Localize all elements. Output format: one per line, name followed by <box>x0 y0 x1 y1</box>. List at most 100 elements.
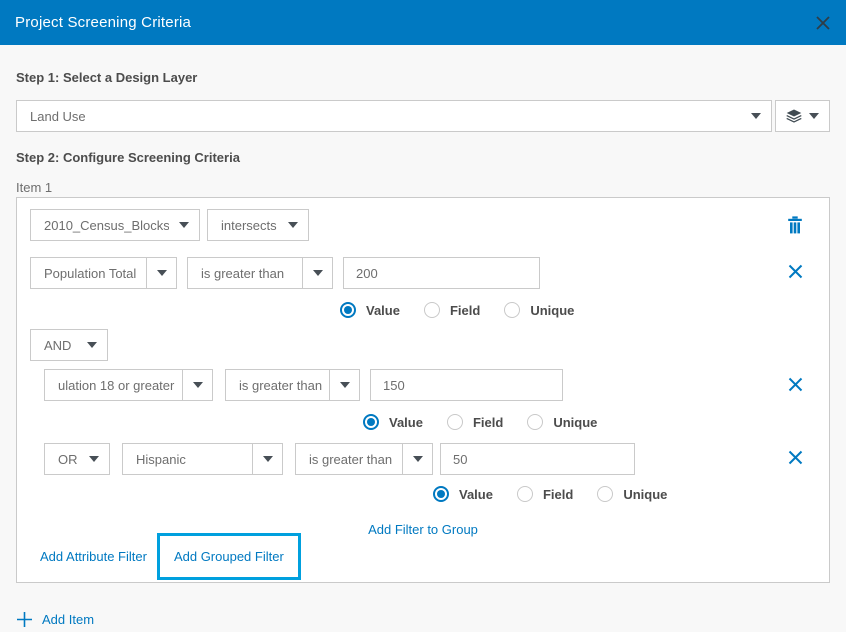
dialog-title: Project Screening Criteria <box>15 14 191 31</box>
operator-dropdown[interactable]: is greater than <box>187 257 333 289</box>
chevron-down-icon <box>809 113 819 119</box>
radio-selected-icon <box>363 414 379 430</box>
chevron-down-icon <box>302 258 332 288</box>
close-button[interactable] <box>815 15 831 31</box>
filter-value-input[interactable] <box>370 369 563 401</box>
radio-field[interactable]: Field <box>447 414 503 430</box>
radio-selected-icon <box>340 302 356 318</box>
field-dropdown[interactable]: Population Total <box>30 257 177 289</box>
layer-dropdown[interactable]: 2010_Census_Blocks <box>30 209 200 241</box>
remove-filter-1-button[interactable] <box>788 264 803 279</box>
field-dropdown-value: Hispanic <box>123 452 252 467</box>
radio-unselected-icon <box>424 302 440 318</box>
delete-item-button[interactable] <box>787 216 803 234</box>
project-screening-criteria-dialog: Project Screening Criteria Step 1: Selec… <box>0 0 846 632</box>
radio-unique-label: Unique <box>623 487 667 502</box>
field-dropdown-value: Population Total <box>31 266 146 281</box>
spatial-filter-row: 2010_Census_Blocks intersects <box>30 209 816 241</box>
radio-unselected-icon <box>597 486 613 502</box>
field-dropdown[interactable]: ulation 18 or greater <box>44 369 213 401</box>
radio-value-label: Value <box>366 303 400 318</box>
dialog-header: Project Screening Criteria <box>0 0 846 45</box>
group-connector-row: AND <box>30 329 816 361</box>
close-icon <box>815 15 831 31</box>
operator-dropdown[interactable]: is greater than <box>225 369 360 401</box>
chevron-down-icon <box>278 210 308 240</box>
chevron-down-icon <box>182 370 212 400</box>
design-layer-select[interactable]: Land Use <box>16 100 772 132</box>
add-item-label: Add Item <box>42 612 94 627</box>
radio-unique[interactable]: Unique <box>504 302 574 318</box>
or-connector-dropdown[interactable]: OR <box>44 443 110 475</box>
radio-unselected-icon <box>504 302 520 318</box>
layer-options-button[interactable] <box>775 100 830 132</box>
radio-field-label: Field <box>473 415 503 430</box>
remove-x-icon <box>788 377 803 392</box>
radio-unselected-icon <box>517 486 533 502</box>
remove-x-icon <box>788 264 803 279</box>
filter-value-input[interactable] <box>343 257 540 289</box>
design-layer-value: Land Use <box>17 109 741 124</box>
radio-selected-icon <box>433 486 449 502</box>
field-dropdown[interactable]: Hispanic <box>122 443 283 475</box>
attribute-filter-row-2: ulation 18 or greater is greater than <box>44 369 816 401</box>
radio-field-label: Field <box>543 487 573 502</box>
mode-radio-group-3: Value Field Unique <box>433 486 816 502</box>
attribute-filter-row-3: OR Hispanic is greater than <box>44 443 816 475</box>
radio-value-label: Value <box>459 487 493 502</box>
operator-dropdown-value: is greater than <box>188 266 302 281</box>
or-connector-value: OR <box>45 452 79 467</box>
chevron-down-icon <box>741 101 771 131</box>
trash-icon <box>787 216 803 234</box>
radio-value[interactable]: Value <box>340 302 400 318</box>
operator-dropdown[interactable]: is greater than <box>295 443 433 475</box>
chevron-down-icon <box>252 444 282 474</box>
radio-field[interactable]: Field <box>517 486 573 502</box>
plus-icon <box>16 611 33 628</box>
radio-value[interactable]: Value <box>363 414 423 430</box>
radio-unique[interactable]: Unique <box>527 414 597 430</box>
layer-dropdown-value: 2010_Census_Blocks <box>31 218 169 233</box>
add-grouped-filter-focus-ring: Add Grouped Filter <box>157 533 301 580</box>
filter-value-input[interactable] <box>440 443 635 475</box>
radio-unselected-icon <box>527 414 543 430</box>
remove-filter-3-button[interactable] <box>788 450 803 465</box>
step1-label: Step 1: Select a Design Layer <box>16 70 830 85</box>
chevron-down-icon <box>402 444 432 474</box>
radio-unique-label: Unique <box>530 303 574 318</box>
filter-links-row: Add Attribute Filter Add Grouped Filter <box>30 533 816 580</box>
operator-dropdown-value: is greater than <box>296 452 402 467</box>
mode-radio-group-2: Value Field Unique <box>363 414 816 430</box>
step2-label: Step 2: Configure Screening Criteria <box>16 150 830 165</box>
field-dropdown-value: ulation 18 or greater <box>45 378 182 393</box>
spatial-relation-dropdown[interactable]: intersects <box>207 209 309 241</box>
remove-x-icon <box>788 450 803 465</box>
remove-filter-2-button[interactable] <box>788 377 803 392</box>
and-connector-dropdown[interactable]: AND <box>30 329 108 361</box>
dialog-body: Step 1: Select a Design Layer Land Use S… <box>0 70 846 628</box>
add-filter-to-group-link[interactable]: Add Filter to Group <box>368 522 478 537</box>
radio-field[interactable]: Field <box>424 302 480 318</box>
radio-value[interactable]: Value <box>433 486 493 502</box>
item-title: Item 1 <box>16 180 830 195</box>
and-connector-value: AND <box>31 338 77 353</box>
grouped-filters: ulation 18 or greater is greater than Va… <box>44 369 816 502</box>
radio-field-label: Field <box>450 303 480 318</box>
chevron-down-icon <box>329 370 359 400</box>
spatial-relation-value: intersects <box>208 218 278 233</box>
radio-unique[interactable]: Unique <box>597 486 667 502</box>
attribute-filter-row-1: Population Total is greater than <box>30 257 816 289</box>
add-attribute-filter-link[interactable]: Add Attribute Filter <box>40 549 147 564</box>
chevron-down-icon <box>169 210 199 240</box>
chevron-down-icon <box>146 258 176 288</box>
chevron-down-icon <box>79 444 109 474</box>
add-grouped-filter-link[interactable]: Add Grouped Filter <box>174 549 284 564</box>
radio-unselected-icon <box>447 414 463 430</box>
operator-dropdown-value: is greater than <box>226 378 329 393</box>
design-layer-row: Land Use <box>16 100 830 132</box>
mode-radio-group-1: Value Field Unique <box>340 302 816 318</box>
item-panel: 2010_Census_Blocks intersects Population… <box>16 197 830 583</box>
radio-unique-label: Unique <box>553 415 597 430</box>
layers-icon <box>786 109 802 124</box>
add-item-button[interactable]: Add Item <box>16 611 830 628</box>
